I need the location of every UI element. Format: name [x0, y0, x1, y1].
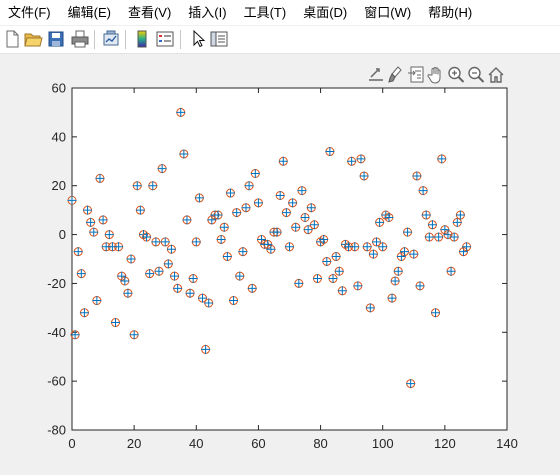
- y-tick-label: 40: [52, 129, 66, 144]
- y-tick-label: 0: [59, 227, 66, 242]
- export-icon[interactable]: [366, 64, 386, 86]
- x-tick-label: 100: [372, 436, 394, 451]
- y-tick-label: -20: [47, 276, 66, 291]
- y-tick-label: 20: [52, 178, 66, 193]
- x-tick-label: 140: [496, 436, 518, 451]
- x-tick-label: 0: [68, 436, 75, 451]
- y-tick-label: -80: [47, 423, 66, 438]
- home-icon[interactable]: [486, 64, 506, 86]
- y-tick-label: -40: [47, 325, 66, 340]
- zoom-in-icon[interactable]: [446, 64, 466, 86]
- x-tick-label: 120: [434, 436, 456, 451]
- pan-hand-icon[interactable]: [426, 64, 446, 86]
- y-tick-label: -60: [47, 374, 66, 389]
- x-tick-label: 80: [313, 436, 327, 451]
- zoom-out-icon[interactable]: [466, 64, 486, 86]
- x-tick-label: 20: [127, 436, 141, 451]
- x-tick-label: 60: [251, 436, 265, 451]
- data-tips-icon[interactable]: [406, 64, 426, 86]
- y-tick-label: 60: [52, 81, 66, 96]
- axes-toolbar: [366, 64, 508, 86]
- brush-icon[interactable]: [386, 64, 406, 86]
- x-tick-label: 40: [189, 436, 203, 451]
- plot-area: [71, 87, 508, 431]
